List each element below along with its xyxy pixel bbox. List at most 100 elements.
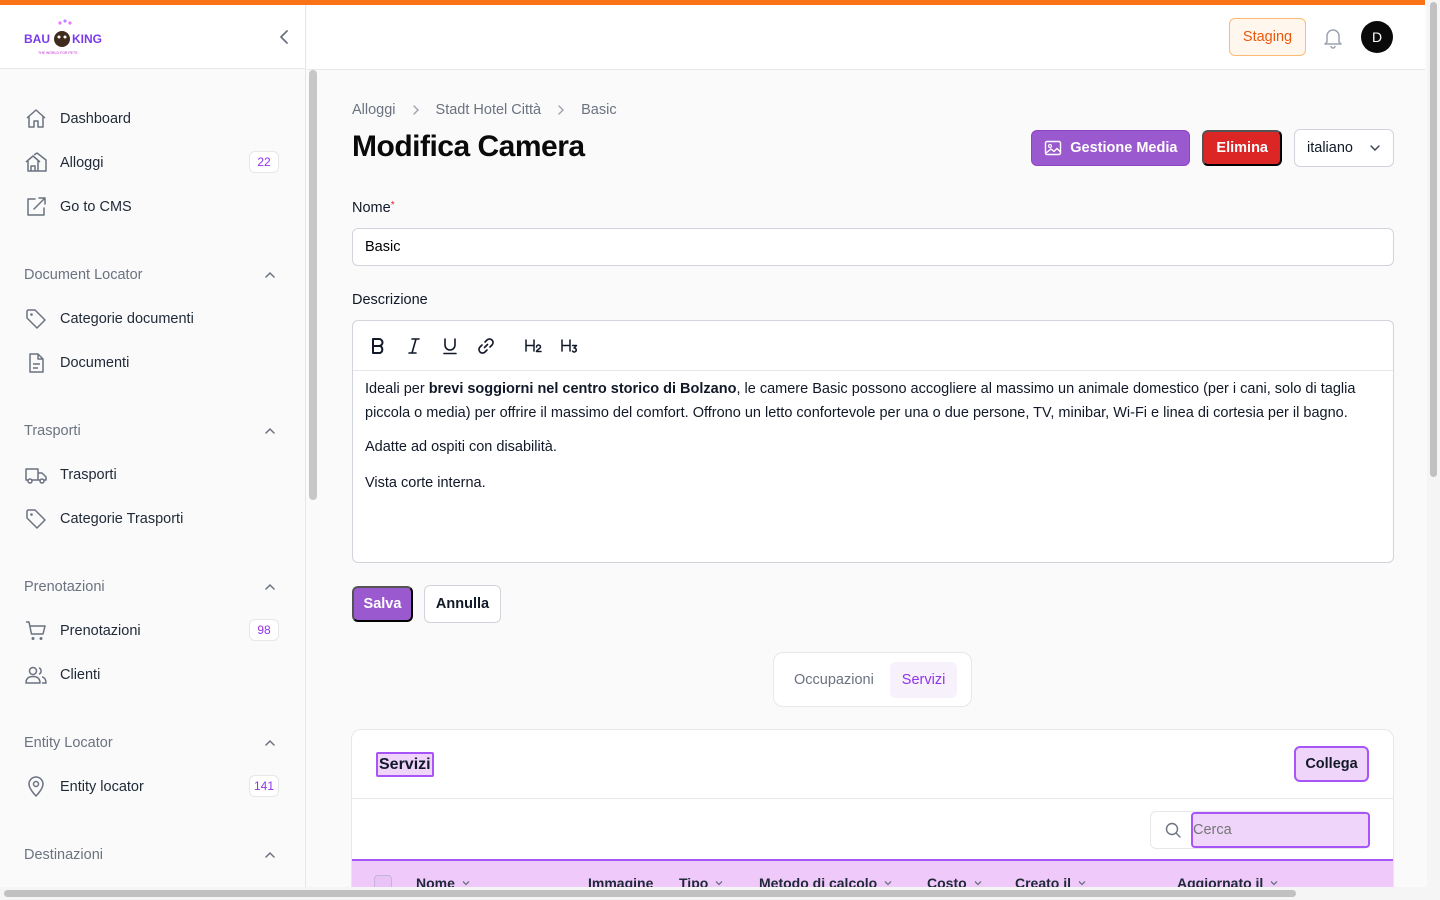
hotel-icon — [24, 151, 48, 175]
page-vertical-scrollbar[interactable] — [1427, 0, 1440, 900]
tag-icon — [24, 507, 48, 531]
external-edit-icon — [24, 195, 48, 219]
cancel-button[interactable]: Annulla — [424, 585, 501, 623]
table-header: Nome Immagine Tipo Metodo di calcolo Cos… — [352, 859, 1393, 890]
sidebar: BAU KING THE WORLD FOR PETS Dashboard Al… — [0, 5, 306, 890]
breadcrumb: Alloggi Stadt Hotel Città Basic — [352, 102, 617, 118]
description-editor[interactable]: Ideali per brevi soggiorni nel centro st… — [352, 320, 1394, 563]
chevron-right-icon — [410, 104, 422, 116]
main-content: Alloggi Stadt Hotel Città Basic Modifica… — [320, 70, 1425, 890]
breadcrumb-item-current[interactable]: Basic — [581, 102, 616, 118]
sidebar-item-categorie-documenti[interactable]: Categorie documenti — [0, 297, 305, 341]
sidebar-nav: Dashboard Alloggi 22 Go to CMS Document … — [0, 69, 305, 877]
search-icon — [1165, 822, 1181, 838]
language-value: italiano — [1307, 140, 1353, 156]
breadcrumb-item[interactable]: Alloggi — [352, 102, 396, 118]
sidebar-item-prenotazioni[interactable]: Prenotazioni 98 — [0, 609, 305, 653]
search-input[interactable] — [1191, 812, 1370, 848]
top-header: Staging D — [307, 5, 1425, 70]
services-card: Servizi Collega Nome Immagine Tipo Metod… — [351, 729, 1394, 890]
nome-label-text: Nome — [352, 200, 391, 216]
chevron-up-icon — [265, 427, 275, 434]
breadcrumb-item[interactable]: Stadt Hotel Città — [436, 102, 542, 118]
sidebar-item-categorie-trasporti[interactable]: Categorie Trasporti — [0, 497, 305, 541]
sidebar-scrollbar[interactable] — [309, 70, 317, 500]
sidebar-item-label: Prenotazioni — [60, 623, 141, 639]
svg-text:THE WORLD FOR PETS: THE WORLD FOR PETS — [38, 51, 78, 55]
image-icon — [1044, 139, 1062, 157]
link-icon — [478, 337, 494, 354]
editor-toolbar — [353, 321, 1393, 371]
scrollbar-thumb[interactable] — [1430, 2, 1437, 477]
notifications-button[interactable] — [1322, 25, 1344, 49]
brand-logo[interactable]: BAU KING THE WORLD FOR PETS — [24, 17, 104, 57]
sidebar-item-label: Trasporti — [60, 467, 117, 483]
descrizione-label: Descrizione — [352, 292, 428, 308]
group-header-document-locator[interactable]: Document Locator — [0, 253, 305, 297]
group-header-prenotazioni[interactable]: Prenotazioni — [0, 565, 305, 609]
sidebar-item-label: Categorie Trasporti — [60, 511, 184, 527]
description-paragraph: Ideali per brevi soggiorni nel centro st… — [365, 377, 1381, 425]
sidebar-item-label: Go to CMS — [60, 199, 132, 215]
chevron-up-icon — [265, 271, 275, 278]
bold-button[interactable] — [367, 335, 389, 357]
bold-text-run: brevi soggiorni nel centro storico di Bo… — [428, 381, 737, 397]
page-horizontal-scrollbar[interactable] — [0, 887, 1427, 900]
delete-button[interactable]: Elimina — [1202, 130, 1282, 166]
sidebar-item-entity-locator[interactable]: Entity locator 141 — [0, 765, 305, 809]
chevron-left-icon — [280, 30, 288, 44]
group-label: Entity Locator — [24, 735, 113, 751]
sidebar-item-trasporti[interactable]: Trasporti — [0, 453, 305, 497]
group-header-trasporti[interactable]: Trasporti — [0, 409, 305, 453]
sidebar-item-label: Entity locator — [60, 779, 144, 795]
group-header-entity-locator[interactable]: Entity Locator — [0, 721, 305, 765]
sidebar-item-label: Documenti — [60, 355, 130, 371]
chevron-up-icon — [265, 851, 275, 858]
link-button[interactable] — [475, 335, 497, 357]
tab-occupazioni[interactable]: Occupazioni — [782, 662, 886, 698]
underline-icon — [443, 337, 457, 354]
italic-button[interactable] — [403, 335, 425, 357]
user-avatar[interactable]: D — [1361, 21, 1393, 53]
chevron-down-icon — [1369, 142, 1381, 154]
environment-badge[interactable]: Staging — [1229, 18, 1306, 56]
users-icon — [24, 663, 48, 687]
tab-servizi[interactable]: Servizi — [889, 661, 958, 698]
sidebar-item-clienti[interactable]: Clienti — [0, 653, 305, 697]
svg-text:BAU: BAU — [24, 32, 50, 46]
nome-input[interactable] — [352, 228, 1394, 266]
group-header-destinazioni[interactable]: Destinazioni — [0, 833, 305, 877]
text-run: Ideali per — [365, 381, 429, 397]
svg-text:KING: KING — [72, 32, 102, 46]
underline-button[interactable] — [439, 335, 461, 357]
heading2-button[interactable] — [523, 335, 545, 357]
media-management-button[interactable]: Gestione Media — [1031, 130, 1191, 166]
chevron-right-icon — [555, 104, 567, 116]
link-service-button[interactable]: Collega — [1294, 746, 1369, 782]
home-icon — [24, 107, 48, 131]
sidebar-item-label: Categorie documenti — [60, 311, 194, 327]
italic-icon — [408, 337, 420, 354]
collapse-sidebar-button[interactable] — [274, 25, 294, 49]
heading3-button[interactable] — [559, 335, 581, 357]
page-title: Modifica Camera — [352, 130, 585, 163]
page-actions: Gestione Media Elimina italiano — [1031, 129, 1394, 167]
sidebar-item-label: Dashboard — [60, 111, 131, 127]
save-button[interactable]: Salva — [352, 586, 413, 622]
language-select[interactable]: italiano — [1294, 129, 1394, 167]
sidebar-item-dashboard[interactable]: Dashboard — [0, 97, 305, 141]
sidebar-item-go-to-cms[interactable]: Go to CMS — [0, 185, 305, 229]
scrollbar-thumb[interactable] — [4, 890, 1296, 897]
chevron-up-icon — [265, 739, 275, 746]
chevron-up-icon — [265, 583, 275, 590]
sidebar-item-documenti[interactable]: Documenti — [0, 341, 305, 385]
cart-icon — [24, 619, 48, 643]
tag-icon — [24, 307, 48, 331]
sidebar-item-alloggi[interactable]: Alloggi 22 — [0, 141, 305, 185]
search-box — [1150, 811, 1370, 849]
count-badge: 22 — [249, 151, 279, 173]
services-card-title: Servizi — [376, 752, 434, 777]
editor-content[interactable]: Ideali per brevi soggiorni nel centro st… — [353, 371, 1393, 519]
services-card-header: Servizi Collega — [352, 730, 1393, 799]
document-icon — [24, 351, 48, 375]
